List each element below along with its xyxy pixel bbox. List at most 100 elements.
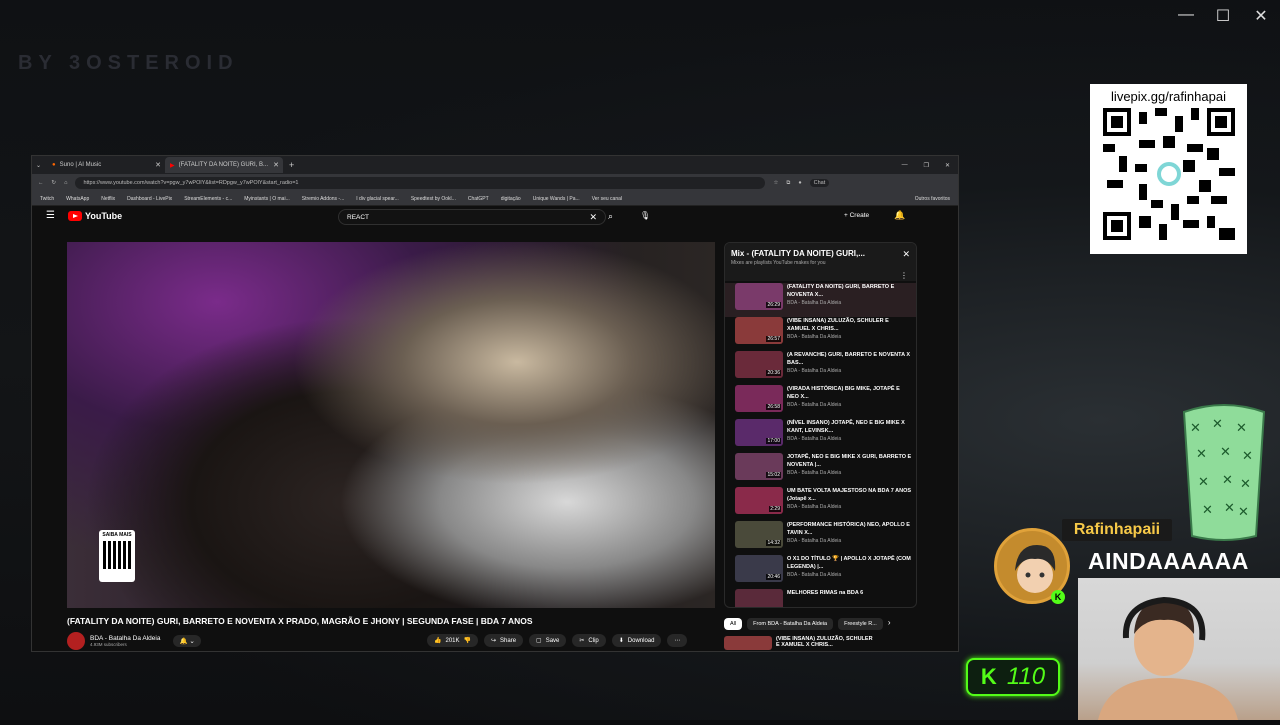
playlist-channel: BDA - Batalha Da Aldeia	[787, 572, 842, 578]
playlist-title: (NÍVEL INSANO) JOTAPÊ, NEO E BIG MIKE X …	[787, 420, 905, 434]
playlist-item[interactable]: 14:32 (PERFORMANCE HISTÓRICA) NEO, APOLL…	[725, 521, 916, 555]
close-tab-icon[interactable]: ✕	[273, 161, 279, 169]
svg-text:✕: ✕	[1242, 449, 1253, 464]
clip-button[interactable]: ✂ Clip	[572, 634, 606, 647]
video-player[interactable]: SAIBA MAIS	[67, 242, 715, 608]
close-icon[interactable]: ✕	[1246, 6, 1276, 26]
svg-text:✕: ✕	[1202, 503, 1213, 518]
window-minimize-icon[interactable]: —	[902, 162, 908, 169]
playlist-title: (FATALITY DA NOITE) GURI, BARRETO E NOVE…	[787, 284, 895, 298]
like-button[interactable]: 👍 201K 👎	[427, 634, 478, 647]
star-icon[interactable]: ☆	[773, 180, 778, 186]
share-button[interactable]: ↪ Share	[483, 634, 524, 647]
close-tab-icon[interactable]: ✕	[155, 161, 161, 169]
bookmark[interactable]: Twitch	[40, 196, 54, 202]
svg-text:✕: ✕	[1224, 501, 1235, 516]
youtube-logo[interactable]: YouTube	[68, 211, 122, 221]
playlist-thumbnail: 20:46	[735, 555, 783, 582]
bookmark[interactable]: Myinstants | O mai...	[244, 196, 289, 202]
playlist-title: (VIRADA HISTÓRICA) BIG MIKE, JOTAPÊ E NE…	[787, 386, 900, 400]
playlist-item[interactable]: 26:58 (VIRADA HISTÓRICA) BIG MIKE, JOTAP…	[725, 385, 916, 419]
chips-next-icon[interactable]: ›	[888, 618, 891, 630]
playlist-channel: BDA - Batalha Da Aldeia	[787, 402, 842, 408]
video-duration: 17:00	[766, 438, 781, 444]
bookmarks-bar: Twitch WhatsApp Netflix Dashboard - Live…	[32, 192, 958, 206]
related-item[interactable]: (VIBE INSANA) ZULUZÃO, SCHULER E XAMUEL …	[724, 636, 876, 650]
youtube-play-icon	[68, 211, 82, 221]
cup-icon: ✕ ✕ ✕ ✕ ✕ ✕ ✕ ✕ ✕ ✕ ✕ ✕	[1182, 404, 1266, 541]
clear-icon[interactable]: ✕	[589, 212, 597, 223]
chip-all[interactable]: All	[724, 618, 743, 630]
thumbs-down-icon[interactable]: 👎	[464, 637, 471, 644]
playlist-channel: BDA - Batalha Da Aldeia	[787, 436, 842, 442]
playlist-item[interactable]: 26:29 (FATALITY DA NOITE) GURI, BARRETO …	[725, 283, 916, 317]
bookmark[interactable]: I div glacial spear...	[356, 196, 399, 202]
bookmark[interactable]: Stremio Addons -...	[302, 196, 345, 202]
bookmark[interactable]: Speedtest by Ookl...	[411, 196, 456, 202]
search-input[interactable]: REACT ✕	[338, 209, 606, 225]
profile-icon[interactable]: ●	[798, 180, 801, 186]
bookmark-other[interactable]: Outros favoritos	[915, 196, 958, 202]
tab-suno[interactable]: ● Suno | AI Music ✕	[47, 157, 165, 173]
bookmark[interactable]: WhatsApp	[66, 196, 89, 202]
menu-icon[interactable]: ☰	[46, 210, 55, 221]
playlist-channel: BDA - Batalha Da Aldeia	[787, 300, 842, 306]
home-icon[interactable]: ⌂	[64, 180, 67, 186]
back-icon[interactable]: ←	[38, 180, 44, 186]
url-field[interactable]: https://www.youtube.com/watch?v=pgw_y7wP…	[75, 177, 766, 189]
search-value: REACT	[347, 213, 370, 221]
extensions-icon[interactable]: ⧉	[786, 180, 790, 187]
svg-text:✕: ✕	[1236, 421, 1247, 436]
reload-icon[interactable]: ↻	[52, 180, 57, 186]
bookmark[interactable]: Dashboard - LivePix	[127, 196, 172, 202]
notifications-icon[interactable]: 🔔	[894, 210, 905, 221]
download-button[interactable]: ⬇ Download	[611, 634, 662, 647]
mic-icon[interactable]: 🎙	[640, 211, 650, 220]
search-icon[interactable]: ⌕	[608, 211, 613, 222]
chat-button[interactable]: Chat	[809, 179, 830, 187]
video-duration: 26:29	[766, 302, 781, 308]
browser-window: ⌄ ● Suno | AI Music ✕ ▶ (FATALITY DA NOITE)…	[31, 155, 959, 652]
more-actions-button[interactable]: ⋯	[667, 634, 688, 647]
channel-avatar[interactable]	[67, 632, 85, 650]
download-label: Download	[627, 637, 655, 644]
bookmark[interactable]: ChatGPT	[468, 196, 489, 202]
playlist-item[interactable]: MELHORES RIMAS na BDA 6	[725, 589, 916, 607]
mix-more-icon[interactable]: ⋮	[900, 271, 908, 280]
logo-text: YouTube	[85, 211, 123, 221]
bookmark[interactable]: Unique Wands | Pa...	[533, 196, 580, 202]
new-tab-icon[interactable]: +	[289, 160, 294, 170]
tab-youtube[interactable]: ▶ (FATALITY DA NOITE) GURI, B... ✕	[165, 157, 284, 173]
playlist-item[interactable]: 17:00 (NÍVEL INSANO) JOTAPÊ, NEO E BIG M…	[725, 419, 916, 453]
related-chips: All From BDA - Batalha Da Aldeia Freesty…	[724, 618, 890, 630]
thumbs-up-icon: 👍	[434, 638, 442, 644]
tab-list-icon[interactable]: ⌄	[36, 162, 41, 169]
svg-text:✕: ✕	[1238, 505, 1249, 520]
chip-freestyle[interactable]: Freestyle R...	[838, 618, 883, 630]
window-restore-icon[interactable]: ❐	[924, 162, 929, 169]
playlist-thumbnail: 26:57	[735, 317, 783, 344]
minimize-icon[interactable]: —	[1171, 6, 1201, 24]
qr-label: SAIBA MAIS	[102, 532, 132, 538]
viewer-count: 110	[1006, 663, 1046, 690]
playlist-item[interactable]: 20:36 (A REVANCHE) GURI, BARRETO E NOVEN…	[725, 351, 916, 385]
bookmark[interactable]: digitação	[501, 196, 521, 202]
save-button[interactable]: ▢ Save	[529, 634, 567, 647]
close-mix-icon[interactable]: ✕	[902, 249, 910, 260]
playlist-item[interactable]: 26:57 (VIBE INSANA) ZULUZÃO, SCHULER E X…	[725, 317, 916, 351]
window-close-icon[interactable]: ✕	[945, 162, 950, 169]
maximize-icon[interactable]: ☐	[1208, 6, 1238, 26]
bookmark[interactable]: Netflix	[101, 196, 115, 202]
video-title: (FATALITY DA NOITE) GURI, BARRETO E NOVE…	[67, 616, 533, 626]
bookmark[interactable]: StreamElements - c...	[184, 196, 232, 202]
create-button[interactable]: + Create	[844, 212, 869, 219]
playlist-item[interactable]: 15:02 JOTAPÊ, NEO E BIG MIKE X GURI, BAR…	[725, 453, 916, 487]
playlist-item[interactable]: 2:29 UM BATE VOLTA MAJESTOSO NA BDA 7 AN…	[725, 487, 916, 521]
youtube-tab-icon: ▶	[170, 162, 175, 169]
bookmark[interactable]: Ver seu canal	[592, 196, 622, 202]
bell-icon[interactable]: 🔔 ⌄	[173, 635, 201, 647]
video-duration: 2:29	[769, 506, 781, 512]
playlist-item[interactable]: 20:46 O X1 DO TÍTULO 🏆 | APOLLO X JOTAPÊ…	[725, 555, 916, 589]
chip-from-channel[interactable]: From BDA - Batalha Da Aldeia	[747, 618, 834, 630]
channel-name[interactable]: BDA - Batalha Da Aldeia	[90, 635, 160, 642]
